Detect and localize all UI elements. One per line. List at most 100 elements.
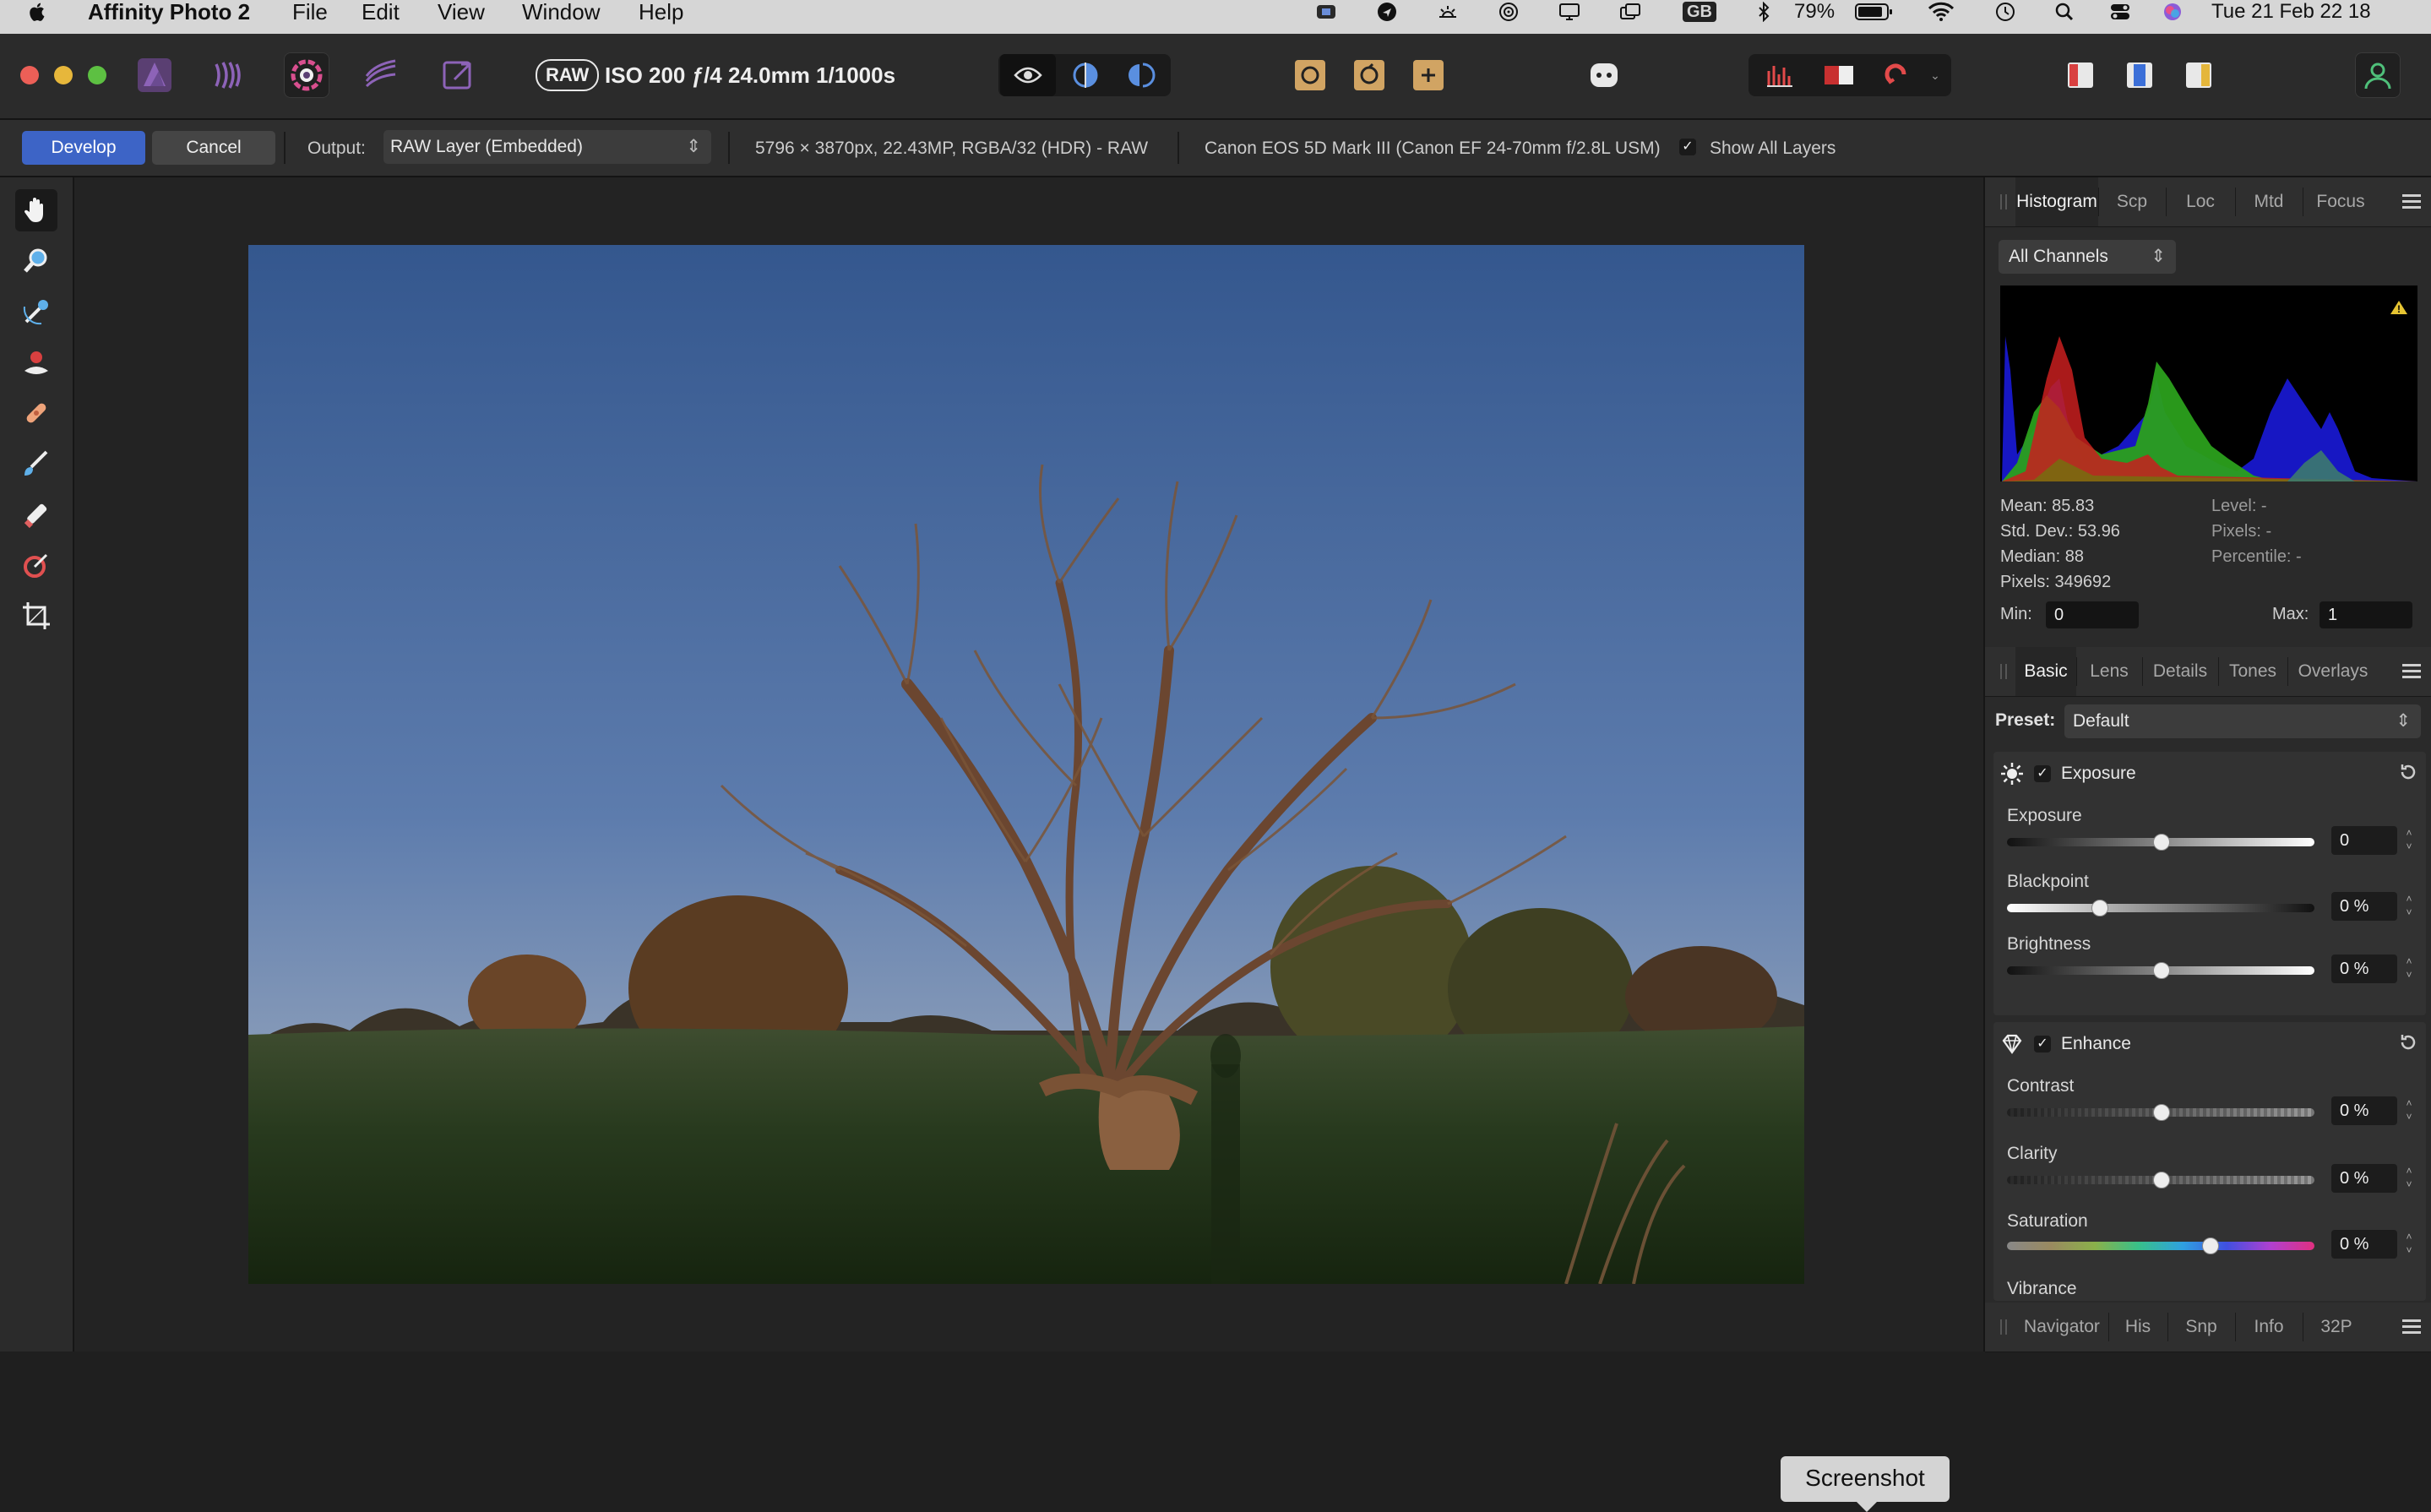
menu-window[interactable]: Window [522, 0, 600, 24]
zoom-tool-icon[interactable] [15, 240, 57, 282]
tab-metadata[interactable]: Mtd [2235, 177, 2303, 226]
panel-menu-icon[interactable] [2402, 191, 2421, 212]
export-persona-icon[interactable] [436, 52, 481, 98]
rotate-right-icon[interactable] [1341, 54, 1397, 96]
develop-persona-icon[interactable] [284, 52, 329, 98]
blackpoint-slider[interactable] [2007, 900, 2314, 916]
reset-icon[interactable] [2397, 1032, 2417, 1052]
assistant-icon[interactable] [1581, 52, 1627, 98]
blackpoint-value[interactable]: 0 % [2331, 892, 2397, 921]
apple-icon[interactable] [29, 1, 47, 23]
liquify-persona-icon[interactable] [206, 52, 252, 98]
stepper-arrows-icon[interactable]: ˄ ˅ [2402, 1230, 2416, 1259]
reset-icon[interactable] [2397, 762, 2417, 782]
overlay-paint-tool-icon[interactable] [15, 443, 57, 485]
center-panel-icon[interactable] [2112, 54, 2167, 96]
develop-button[interactable]: Develop [22, 131, 145, 165]
clarity-slider[interactable] [2007, 1172, 2314, 1188]
stepper-arrows-icon[interactable]: ˄ ˅ [2402, 892, 2416, 921]
tab-tones[interactable]: Tones [2218, 647, 2287, 696]
bluetooth-icon[interactable] [1752, 2, 1776, 22]
show-all-layers-checkbox[interactable]: ✓ [1679, 139, 1696, 155]
hand-tool-icon[interactable] [15, 189, 57, 231]
min-field[interactable]: 0 [2046, 601, 2139, 628]
photo-persona-icon[interactable] [132, 52, 177, 98]
overlay-erase-tool-icon[interactable] [15, 493, 57, 536]
tab-focus[interactable]: Focus [2303, 177, 2379, 226]
tab-snapshots[interactable]: Snp [2167, 1303, 2235, 1352]
tab-history[interactable]: His [2108, 1303, 2167, 1352]
slider-knob[interactable] [2153, 1172, 2170, 1188]
mirror-view-icon[interactable] [1113, 54, 1169, 96]
slider-knob[interactable] [2091, 900, 2109, 916]
slider-knob[interactable] [2202, 1237, 2220, 1254]
exposure-section-header[interactable]: ✓ Exposure [1993, 752, 2426, 794]
tab-basic[interactable]: Basic [2015, 647, 2076, 696]
input-source-badge[interactable]: GB [1683, 2, 1716, 22]
eye-icon[interactable] [1000, 54, 1056, 96]
slider-knob[interactable] [2153, 834, 2170, 851]
exposure-value[interactable]: 0 [2331, 826, 2397, 855]
panel-grip[interactable] [2000, 1319, 2007, 1335]
menu-file[interactable]: File [292, 0, 328, 24]
brightness-value[interactable]: 0 % [2331, 955, 2397, 983]
brightness-slider[interactable] [2007, 962, 2314, 979]
exposure-enable-checkbox[interactable]: ✓ [2034, 765, 2051, 782]
output-dropdown[interactable]: RAW Layer (Embedded) ⇕ [383, 130, 711, 164]
panel-grip[interactable] [2000, 194, 2007, 209]
tab-details[interactable]: Details [2142, 647, 2218, 696]
tab-lens[interactable]: Lens [2076, 647, 2142, 696]
histogram-overlay-icon[interactable] [1752, 54, 1808, 96]
rotate-left-icon[interactable] [1282, 54, 1338, 96]
enhance-enable-checkbox[interactable]: ✓ [2034, 1036, 2051, 1052]
chevron-down-icon[interactable]: ⌄ [1921, 54, 1950, 96]
airdrop-icon[interactable] [1497, 2, 1520, 22]
split-view-icon[interactable] [1058, 54, 1113, 96]
blemish-removal-tool-icon[interactable] [15, 392, 57, 434]
menu-view[interactable]: View [438, 0, 485, 24]
tab-navigator[interactable]: Navigator [2015, 1303, 2108, 1352]
minimize-window-button[interactable] [54, 66, 73, 84]
app-menu-name[interactable]: Affinity Photo 2 [88, 0, 250, 24]
panel-grip[interactable] [2000, 664, 2007, 679]
panel-menu-icon[interactable] [2402, 661, 2421, 682]
close-window-button[interactable] [20, 66, 39, 84]
menu-edit[interactable]: Edit [362, 0, 400, 24]
raw-photo[interactable] [248, 245, 1804, 1284]
saturation-value[interactable]: 0 % [2331, 1230, 2397, 1259]
max-field[interactable]: 1 [2320, 601, 2412, 628]
cancel-button[interactable]: Cancel [152, 131, 275, 165]
slider-knob[interactable] [2153, 962, 2170, 979]
preset-dropdown[interactable]: Default ⇕ [2064, 704, 2421, 738]
tab-32-bit-preview[interactable]: 32P [2303, 1303, 2370, 1352]
stepper-arrows-icon[interactable]: ˄ ˅ [2402, 826, 2416, 855]
red-eye-tool-icon[interactable] [15, 341, 57, 383]
clarity-value[interactable]: 0 % [2331, 1164, 2397, 1193]
tone-mapping-persona-icon[interactable] [358, 52, 404, 98]
contrast-slider[interactable] [2007, 1104, 2314, 1121]
crop-tool-icon[interactable] [15, 595, 57, 637]
tab-scopes[interactable]: Scp [2098, 177, 2166, 226]
enhance-section-header[interactable]: ✓ Enhance [1993, 1022, 2426, 1064]
document-canvas[interactable]: Screenshot [74, 177, 1983, 1512]
stepper-arrows-icon[interactable]: ˄ ˅ [2402, 1096, 2416, 1125]
right-panel-icon[interactable] [2171, 54, 2227, 96]
tab-histogram[interactable]: Histogram [2015, 177, 2098, 226]
clock[interactable]: Tue 21 Feb 22 18 [2211, 0, 2371, 24]
window-stack-icon[interactable] [1618, 2, 1642, 22]
time-machine-icon[interactable] [1993, 2, 2017, 22]
stepper-arrows-icon[interactable]: ˄ ˅ [2402, 955, 2416, 983]
display-icon[interactable] [1558, 2, 1581, 22]
menu-help[interactable]: Help [639, 0, 683, 24]
tab-overlays[interactable]: Overlays [2287, 647, 2379, 696]
panel-menu-icon[interactable] [2402, 1316, 2421, 1337]
battery-icon[interactable] [1855, 2, 1894, 22]
brightness-icon[interactable] [1436, 2, 1460, 22]
spotlight-search-icon[interactable] [2053, 2, 2076, 22]
tab-location[interactable]: Loc [2166, 177, 2235, 226]
overlay-gradient-tool-icon[interactable] [15, 544, 57, 586]
account-icon[interactable] [2355, 52, 2401, 98]
wifi-icon[interactable] [1928, 2, 1955, 22]
channel-dropdown[interactable]: All Channels ⇕ [1999, 240, 2176, 274]
location-icon[interactable] [1375, 2, 1399, 22]
